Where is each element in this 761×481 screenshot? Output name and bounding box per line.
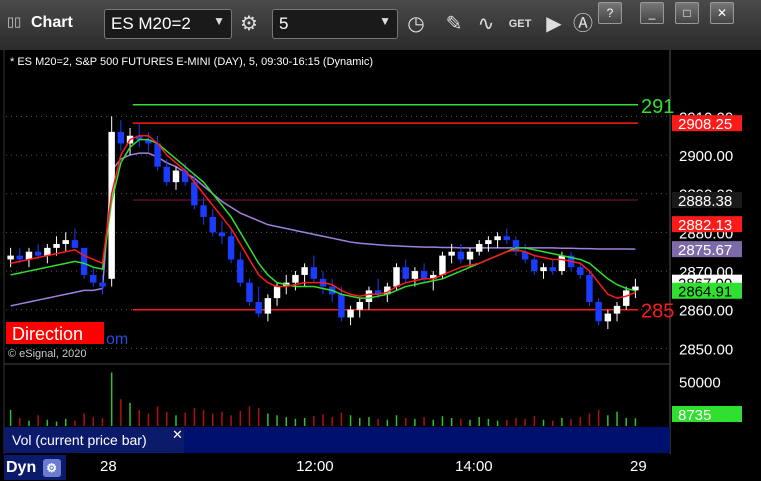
y-tick-label: 2860.00 xyxy=(679,303,733,320)
candle-body xyxy=(531,259,538,272)
candle-body xyxy=(338,294,345,318)
price-flag-text: 2908.25 xyxy=(678,116,732,133)
level-label: 291 xyxy=(641,96,674,118)
close-icon[interactable]: ✕ xyxy=(172,427,183,443)
candle-body xyxy=(347,309,354,318)
pencil-icon[interactable]: ✎ xyxy=(440,10,468,38)
close-button[interactable]: ✕ xyxy=(710,2,734,24)
maximize-button[interactable]: □ xyxy=(675,2,699,24)
candle-body xyxy=(356,302,363,310)
x-tick-label: 12:00 xyxy=(296,458,334,475)
volume-flag-text: 8735 xyxy=(678,407,711,424)
candle-body xyxy=(80,247,88,275)
direction-text: Direction xyxy=(12,324,83,344)
chart-area[interactable]: * ES M20=2, S&P 500 FUTURES E-MINI (DAY)… xyxy=(0,50,761,454)
copyright-text: © eSignal, 2020 xyxy=(8,348,86,360)
candle-body xyxy=(411,271,419,279)
window-icon: ▯▯ xyxy=(7,14,22,29)
chart-header: * ES M20=2, S&P 500 FUTURES E-MINI (DAY)… xyxy=(10,56,373,68)
play-icon[interactable]: ▶ xyxy=(540,10,568,38)
minimize-button[interactable]: _ xyxy=(640,2,664,24)
candle-body xyxy=(255,302,262,314)
candle-body xyxy=(420,271,428,279)
window-title: Chart xyxy=(31,14,73,31)
level-label: 285 xyxy=(641,301,674,323)
settings-icon[interactable]: ⚙ xyxy=(42,458,61,477)
study-label: Vol (current price bar) xyxy=(12,432,147,448)
get-icon[interactable]: GET xyxy=(506,10,534,38)
candle-body xyxy=(209,216,216,233)
candle-body xyxy=(623,290,630,306)
candle-body xyxy=(273,286,281,299)
price-flag-text: 2882.13 xyxy=(678,217,732,234)
candle-body xyxy=(439,255,446,275)
link-icon[interactable]: Ⓐ xyxy=(569,10,597,38)
candle-body xyxy=(485,240,492,244)
candle-body xyxy=(475,244,483,252)
candle-body xyxy=(163,166,171,183)
help-button[interactable]: ? xyxy=(598,2,622,24)
title-bar: ▯▯ Chart ES M20=2 ▼ ⚙ 5 ▼ ◷ ✎ ∿ GET ▶ Ⓐ … xyxy=(0,0,761,51)
x-tick-label: 28 xyxy=(100,458,117,475)
interval-combo[interactable]: 5 ▼ xyxy=(272,9,398,39)
candle-body xyxy=(99,282,106,287)
price-flag-text: 2875.67 xyxy=(678,242,732,259)
candle-body xyxy=(7,255,14,260)
candle-body xyxy=(292,274,299,283)
gear-icon[interactable]: ⚙ xyxy=(235,10,263,38)
dyn-label: Dyn xyxy=(6,459,37,476)
candle-body xyxy=(586,274,593,302)
candle-body xyxy=(117,131,125,144)
symbol-value: ES M20=2 xyxy=(111,14,191,33)
candle-body xyxy=(200,205,207,217)
candle-body xyxy=(34,251,42,256)
candle-body xyxy=(237,259,244,283)
study-icon[interactable]: ∿ xyxy=(472,10,500,38)
watermark-com: om xyxy=(106,331,128,348)
candle-body xyxy=(301,267,308,275)
candle-body xyxy=(172,170,180,183)
candle-body xyxy=(457,251,465,260)
candle-body xyxy=(402,267,409,279)
price-flag-text: 2864.91 xyxy=(678,284,732,301)
candle-body xyxy=(62,240,69,244)
interval-value: 5 xyxy=(279,14,289,33)
candle-body xyxy=(227,236,235,260)
x-tick-label: 29 xyxy=(630,458,647,475)
candle-body xyxy=(218,232,226,237)
study-label-bar[interactable]: Vol (current price bar) ✕ xyxy=(4,427,184,453)
study-bar-fill xyxy=(184,427,670,453)
candle-body xyxy=(310,267,318,279)
candle-body xyxy=(494,236,501,241)
candle-body xyxy=(246,282,253,302)
candle-body xyxy=(466,251,474,260)
symbol-combo[interactable]: ES M20=2 ▼ xyxy=(104,9,232,39)
candle-body xyxy=(604,313,612,322)
candle-body xyxy=(503,236,510,241)
candle-body xyxy=(558,255,566,272)
volume-tick-label: 50000 xyxy=(679,374,721,391)
chevron-down-icon[interactable]: ▼ xyxy=(379,14,391,28)
candle-body xyxy=(448,251,455,256)
clock-icon[interactable]: ◷ xyxy=(402,10,430,38)
candle-body xyxy=(53,244,60,248)
candle-body xyxy=(264,298,272,314)
candle-body xyxy=(613,305,621,314)
candle-body xyxy=(90,274,97,283)
candle-body xyxy=(540,267,547,272)
candle-body xyxy=(393,267,400,287)
candle-body xyxy=(549,267,556,272)
chevron-down-icon[interactable]: ▼ xyxy=(213,14,225,28)
candle-body xyxy=(595,302,602,322)
y-tick-label: 2850.00 xyxy=(679,341,733,358)
candle-body xyxy=(71,240,79,248)
candle-body xyxy=(16,255,23,260)
y-tick-label: 2900.00 xyxy=(679,148,733,165)
candle-body xyxy=(577,267,584,275)
x-tick-label: 14:00 xyxy=(455,458,493,475)
candle-body xyxy=(365,290,373,302)
dyn-button[interactable]: Dyn ⚙ xyxy=(4,455,66,480)
price-flag-text: 2888.38 xyxy=(678,193,732,210)
